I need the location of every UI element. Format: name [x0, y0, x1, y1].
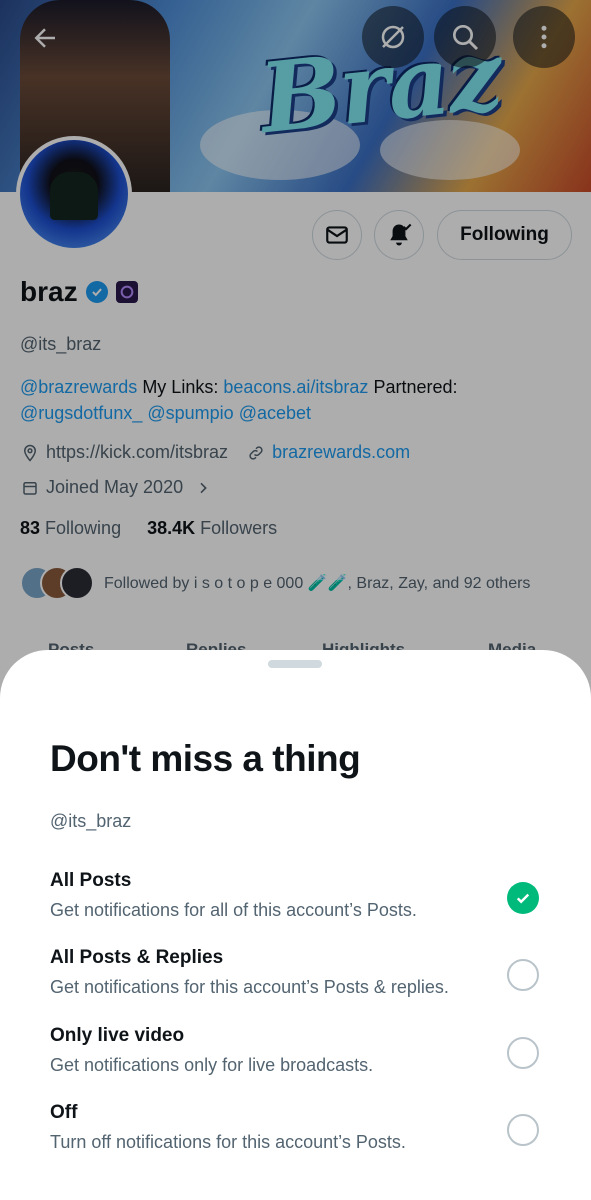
option-description: Get notifications only for live broadcas…	[50, 1055, 374, 1075]
notification-settings-sheet: Don't miss a thing @its_braz All Posts G…	[0, 650, 591, 1200]
radio-selected[interactable]	[507, 882, 539, 914]
sheet-title: Don't miss a thing	[50, 738, 361, 779]
option-description: Get notifications for this account’s Pos…	[50, 977, 449, 997]
option-only-live-video[interactable]: Only live video Get notifications only f…	[0, 1025, 591, 1095]
option-all-posts[interactable]: All Posts Get notifications for all of t…	[0, 870, 591, 940]
option-all-posts-replies[interactable]: All Posts & Replies Get notifications fo…	[0, 947, 591, 1017]
option-title: All Posts & Replies	[50, 947, 224, 968]
option-off[interactable]: Off Turn off notifications for this acco…	[0, 1102, 591, 1172]
sheet-drag-handle[interactable]	[268, 660, 322, 668]
radio-unselected[interactable]	[507, 1114, 539, 1146]
radio-unselected[interactable]	[507, 1037, 539, 1069]
option-description: Get notifications for all of this accoun…	[50, 900, 417, 920]
option-description: Turn off notifications for this account’…	[50, 1132, 406, 1152]
checkmark-icon	[516, 893, 530, 904]
option-title: All Posts	[50, 870, 132, 891]
radio-unselected[interactable]	[507, 959, 539, 991]
option-title: Only live video	[50, 1025, 185, 1046]
sheet-account-handle: @its_braz	[50, 811, 132, 831]
option-title: Off	[50, 1102, 78, 1123]
